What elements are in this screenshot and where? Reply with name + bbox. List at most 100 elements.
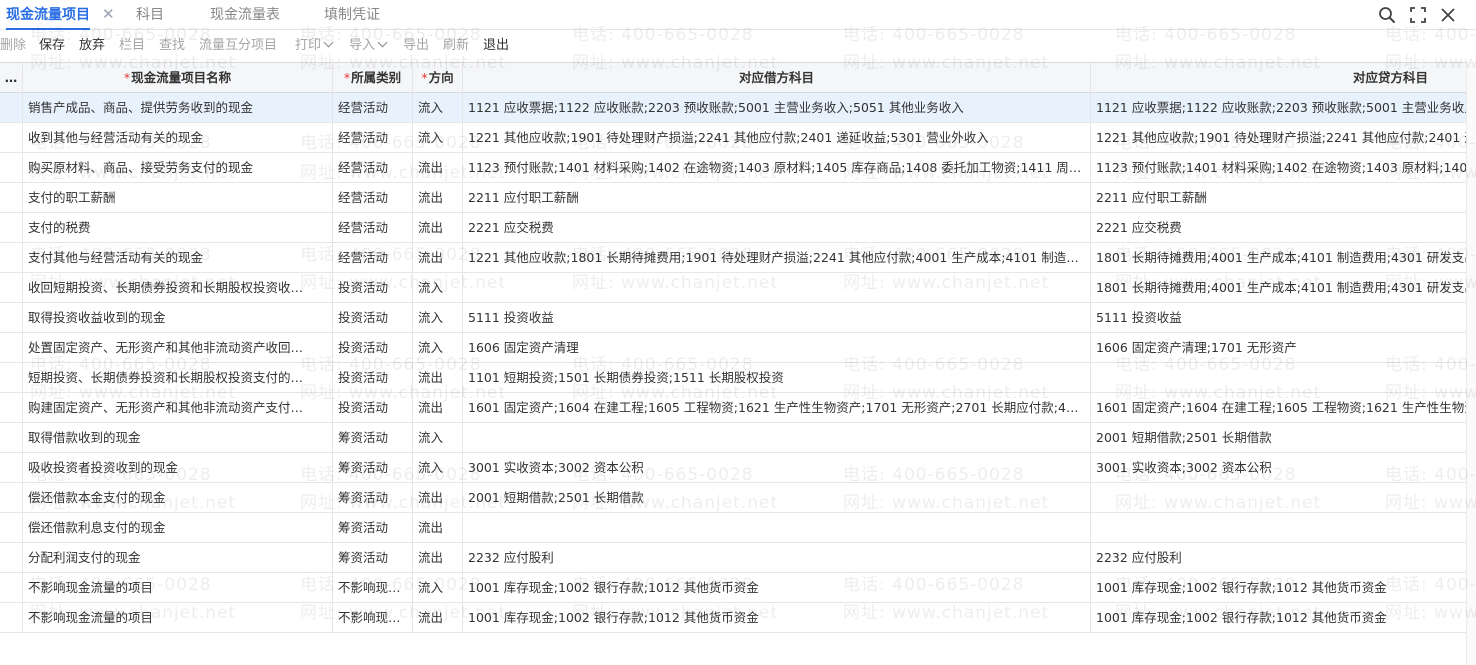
table-row[interactable]: 支付的职工薪酬 经营活动 流出 2211 应付职工薪酬 2211 应付职工薪酬 (0, 183, 1467, 213)
header-direction[interactable]: *方向 (413, 63, 463, 93)
direction-cell[interactable]: 流入 (413, 273, 463, 303)
item-name-cell[interactable]: 取得投资收益收到的现金 (23, 303, 333, 333)
row-index-cell[interactable] (0, 513, 23, 543)
header-credit[interactable]: 对应贷方科目 (1091, 63, 1467, 93)
table-row[interactable]: 收到其他与经营活动有关的现金 经营活动 流入 1221 其他应收款;1901 待处理财… (0, 123, 1467, 153)
close-icon[interactable] (1438, 5, 1458, 25)
item-name-cell[interactable]: 不影响现金流量的项目 (23, 603, 333, 633)
category-cell[interactable]: 不影响现… (333, 603, 413, 633)
item-name-cell[interactable]: 收到其他与经营活动有关的现金 (23, 123, 333, 153)
mutual-items-button[interactable]: 流量互分项目 (199, 32, 277, 60)
table-row[interactable]: 短期投资、长期债券投资和长期股权投资支付的… 投资活动 流出 1101 短期投资;15… (0, 363, 1467, 393)
credit-accounts-cell[interactable]: 1601 固定资产;1604 在建工程;1605 工程物资;1621 生产性生物… (1091, 393, 1467, 423)
debit-accounts-cell[interactable]: 1001 库存现金;1002 银行存款;1012 其他货币资金 (463, 573, 1091, 603)
row-index-cell[interactable] (0, 123, 23, 153)
debit-accounts-cell[interactable]: 2211 应付职工薪酬 (463, 183, 1091, 213)
row-index-cell[interactable] (0, 543, 23, 573)
close-tab-icon[interactable]: ✕ (102, 0, 115, 30)
direction-cell[interactable]: 流入 (413, 333, 463, 363)
row-index-cell[interactable] (0, 363, 23, 393)
discard-button[interactable]: 放弃 (79, 32, 105, 60)
category-cell[interactable]: 投资活动 (333, 363, 413, 393)
table-row[interactable]: 分配利润支付的现金 筹资活动 流出 2232 应付股利 2232 应付股利 (0, 543, 1467, 573)
debit-accounts-cell[interactable]: 1221 其他应收款;1901 待处理财产损溢;2241 其他应付款;2401 … (463, 123, 1091, 153)
direction-cell[interactable]: 流出 (413, 483, 463, 513)
row-index-cell[interactable] (0, 423, 23, 453)
debit-accounts-cell[interactable]: 2232 应付股利 (463, 543, 1091, 573)
credit-accounts-cell[interactable]: 3001 实收资本;3002 资本公积 (1091, 453, 1467, 483)
row-index-cell[interactable] (0, 273, 23, 303)
row-index-cell[interactable] (0, 153, 23, 183)
table-row[interactable]: 处置固定资产、无形资产和其他非流动资产收回… 投资活动 流入 1606 固定资产清理 1… (0, 333, 1467, 363)
category-cell[interactable]: 经营活动 (333, 153, 413, 183)
column-button[interactable]: 栏目 (119, 32, 145, 60)
debit-accounts-cell[interactable] (463, 273, 1091, 303)
item-name-cell[interactable]: 取得借款收到的现金 (23, 423, 333, 453)
debit-accounts-cell[interactable]: 1121 应收票据;1122 应收账款;2203 预收账款;5001 主营业务收… (463, 93, 1091, 123)
credit-accounts-cell[interactable]: 1801 长期待摊费用;4001 生产成本;4101 制造费用;4301 研发支… (1091, 243, 1467, 273)
debit-accounts-cell[interactable]: 1123 预付账款;1401 材料采购;1402 在途物资;1403 原材料;1… (463, 153, 1091, 183)
table-row[interactable]: 销售产成品、商品、提供劳务收到的现金 经营活动 流入 1121 应收票据;1122 应… (0, 93, 1467, 123)
row-index-cell[interactable] (0, 213, 23, 243)
table-row[interactable]: 不影响现金流量的项目 不影响现… 流出 1001 库存现金;1002 银行存款;101… (0, 603, 1467, 633)
row-index-cell[interactable] (0, 333, 23, 363)
direction-cell[interactable]: 流出 (413, 543, 463, 573)
category-cell[interactable]: 经营活动 (333, 213, 413, 243)
row-index-cell[interactable] (0, 483, 23, 513)
item-name-cell[interactable]: 短期投资、长期债券投资和长期股权投资支付的… (23, 363, 333, 393)
search-icon[interactable] (1377, 5, 1397, 25)
row-index-cell[interactable] (0, 603, 23, 633)
item-name-cell[interactable]: 购建固定资产、无形资产和其他非流动资产支付… (23, 393, 333, 423)
table-row[interactable]: 收回短期投资、长期债券投资和长期股权投资收… 投资活动 流入 1801 长期待摊费用;… (0, 273, 1467, 303)
debit-accounts-cell[interactable]: 2001 短期借款;2501 长期借款 (463, 483, 1091, 513)
category-cell[interactable]: 筹资活动 (333, 483, 413, 513)
category-cell[interactable]: 投资活动 (333, 333, 413, 363)
item-name-cell[interactable]: 分配利润支付的现金 (23, 543, 333, 573)
table-row[interactable]: 购买原材料、商品、接受劳务支付的现金 经营活动 流出 1123 预付账款;1401 材… (0, 153, 1467, 183)
delete-button[interactable]: 删除 (0, 32, 26, 60)
credit-accounts-cell[interactable]: 2221 应交税费 (1091, 213, 1467, 243)
credit-accounts-cell[interactable]: 1801 长期待摊费用;4001 生产成本;4101 制造费用;4301 研发支… (1091, 273, 1467, 303)
direction-cell[interactable]: 流出 (413, 183, 463, 213)
credit-accounts-cell[interactable]: 1606 固定资产清理;1701 无形资产 (1091, 333, 1467, 363)
table-row[interactable]: 取得投资收益收到的现金 投资活动 流入 5111 投资收益 5111 投资收益 (0, 303, 1467, 333)
row-index-cell[interactable] (0, 393, 23, 423)
item-name-cell[interactable]: 支付的职工薪酬 (23, 183, 333, 213)
direction-cell[interactable]: 流入 (413, 123, 463, 153)
debit-accounts-cell[interactable]: 1221 其他应收款;1801 长期待摊费用;1901 待处理财产损溢;2241… (463, 243, 1091, 273)
item-name-cell[interactable]: 支付的税费 (23, 213, 333, 243)
item-name-cell[interactable]: 处置固定资产、无形资产和其他非流动资产收回… (23, 333, 333, 363)
debit-accounts-cell[interactable]: 1606 固定资产清理 (463, 333, 1091, 363)
credit-accounts-cell[interactable]: 2232 应付股利 (1091, 543, 1467, 573)
debit-accounts-cell[interactable]: 1601 固定资产;1604 在建工程;1605 工程物资;1621 生产性生物… (463, 393, 1091, 423)
debit-accounts-cell[interactable] (463, 513, 1091, 543)
table-row[interactable]: 支付的税费 经营活动 流出 2221 应交税费 2221 应交税费 (0, 213, 1467, 243)
credit-accounts-cell[interactable]: 2211 应付职工薪酬 (1091, 183, 1467, 213)
category-cell[interactable]: 经营活动 (333, 243, 413, 273)
category-cell[interactable]: 筹资活动 (333, 543, 413, 573)
table-row[interactable]: 偿还借款本金支付的现金 筹资活动 流出 2001 短期借款;2501 长期借款 (0, 483, 1467, 513)
credit-accounts-cell[interactable] (1091, 363, 1467, 393)
credit-accounts-cell[interactable]: 1221 其他应收款;1901 待处理财产损溢;2241 其他应付款;2401 … (1091, 123, 1467, 153)
export-button[interactable]: 导出 (403, 32, 429, 60)
table-row[interactable]: 偿还借款利息支付的现金 筹资活动 流出 (0, 513, 1467, 543)
category-cell[interactable]: 筹资活动 (333, 453, 413, 483)
item-name-cell[interactable]: 购买原材料、商品、接受劳务支付的现金 (23, 153, 333, 183)
row-index-cell[interactable] (0, 93, 23, 123)
direction-cell[interactable]: 流出 (413, 153, 463, 183)
debit-accounts-cell[interactable]: 1101 短期投资;1501 长期债券投资;1511 长期股权投资 (463, 363, 1091, 393)
debit-accounts-cell[interactable]: 5111 投资收益 (463, 303, 1091, 333)
row-index-cell[interactable] (0, 303, 23, 333)
fullscreen-icon[interactable] (1408, 5, 1428, 25)
credit-accounts-cell[interactable]: 1121 应收票据;1122 应收账款;2203 预收账款;5001 主营业务收… (1091, 93, 1467, 123)
table-row[interactable]: 吸收投资者投资收到的现金 筹资活动 流入 3001 实收资本;3002 资本公积 300… (0, 453, 1467, 483)
category-cell[interactable]: 筹资活动 (333, 513, 413, 543)
debit-accounts-cell[interactable]: 3001 实收资本;3002 资本公积 (463, 453, 1091, 483)
direction-cell[interactable]: 流入 (413, 573, 463, 603)
item-name-cell[interactable]: 销售产成品、商品、提供劳务收到的现金 (23, 93, 333, 123)
direction-cell[interactable]: 流出 (413, 393, 463, 423)
header-category[interactable]: *所属类别 (333, 63, 413, 93)
direction-cell[interactable]: 流出 (413, 213, 463, 243)
debit-accounts-cell[interactable]: 2221 应交税费 (463, 213, 1091, 243)
header-index[interactable]: … (0, 63, 23, 93)
